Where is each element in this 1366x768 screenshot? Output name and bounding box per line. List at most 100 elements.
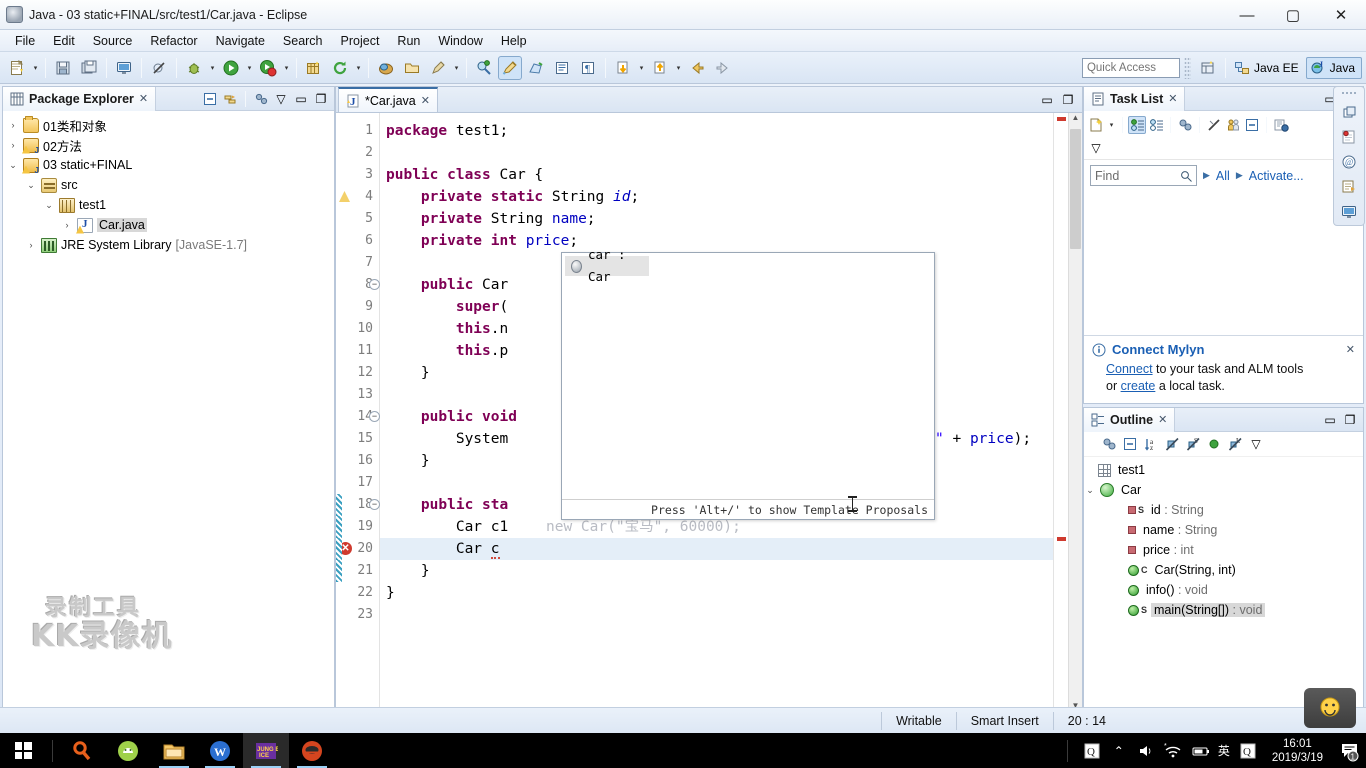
fold-toggle-icon[interactable]: −	[369, 499, 380, 510]
start-button[interactable]	[0, 733, 46, 768]
refresh-dropdown-icon[interactable]: ▾	[353, 56, 364, 80]
open-perspective-icon[interactable]	[1196, 56, 1220, 80]
expand-arrow-icon[interactable]: ⌄	[1084, 485, 1096, 496]
tray-show-hidden-icon[interactable]: ⌃	[1110, 740, 1128, 762]
taskbar-game-icon[interactable]: JUNG EEICE	[243, 733, 289, 768]
content-assist-popup[interactable]: car : Car Press 'Alt+/' to show Template…	[561, 247, 935, 520]
focus-on-workweek-icon[interactable]	[1176, 116, 1194, 134]
outline-item-5[interactable]: C Car(String, int)	[1084, 560, 1363, 580]
notification-center-icon[interactable]: 1	[1338, 733, 1362, 768]
overview-error-mark[interactable]	[1057, 117, 1066, 121]
menu-navigate[interactable]: Navigate	[207, 32, 274, 50]
collapse-arrow-icon[interactable]: ›	[61, 220, 73, 230]
hide-completed-icon[interactable]	[1205, 116, 1223, 134]
restore-view-icon[interactable]	[1339, 103, 1359, 121]
tray-ime-indicator[interactable]: 英	[1218, 740, 1230, 762]
debug-icon[interactable]	[182, 56, 206, 80]
open-resource-icon[interactable]	[400, 56, 424, 80]
mylyn-create-link[interactable]: create	[1121, 379, 1156, 393]
back-icon[interactable]	[685, 56, 709, 80]
menu-run[interactable]: Run	[388, 32, 429, 50]
outline-item-7[interactable]: Smain(String[]) : void	[1084, 600, 1363, 620]
tree-item-0[interactable]: › 01类和对象	[3, 115, 334, 135]
minimize-editor-icon[interactable]: ▭	[1038, 91, 1056, 109]
minimize-outline-icon[interactable]: ▭	[1321, 411, 1339, 429]
editor-overview-ruler[interactable]	[1053, 113, 1068, 716]
maximize-button[interactable]: ▢	[1270, 0, 1316, 30]
save-icon[interactable]	[51, 56, 75, 80]
perspective-java[interactable]: J Java	[1305, 56, 1362, 79]
tree-item-6[interactable]: › JRE System Library [JavaSE-1.7]	[3, 235, 334, 255]
new-dropdown-icon[interactable]: ▾	[30, 56, 41, 80]
fold-toggle-icon[interactable]: −	[369, 279, 380, 290]
editor-tab-close-icon[interactable]: ✕	[421, 94, 430, 107]
tray-wifi-icon[interactable]: *	[1164, 740, 1182, 762]
refresh-icon[interactable]	[328, 56, 352, 80]
new-task-dropdown-icon[interactable]: ▾	[1106, 113, 1117, 137]
assist-proposal-car[interactable]: car : Car	[565, 247, 649, 284]
menu-source[interactable]: Source	[84, 32, 142, 50]
tree-item-1[interactable]: › 02方法	[3, 135, 334, 155]
outline-item-0[interactable]: test1	[1084, 460, 1363, 480]
run-external-dropdown-icon[interactable]: ▾	[281, 56, 292, 80]
tray-qq2-icon[interactable]: Q	[1239, 740, 1257, 762]
hide-public-icon[interactable]	[1205, 435, 1223, 453]
hide-fields-icon[interactable]	[1163, 435, 1181, 453]
whitespace-icon[interactable]: ¶	[576, 56, 600, 80]
maximize-editor-icon[interactable]: ❐	[1059, 91, 1077, 109]
outline-item-2[interactable]: Sid : String	[1084, 500, 1363, 520]
categorized-mode-icon[interactable]	[1128, 116, 1146, 134]
view-menu-icon[interactable]: ▽	[272, 90, 290, 108]
toggle-markers-icon[interactable]	[550, 56, 574, 80]
taskbar-file-explorer-icon[interactable]	[151, 733, 197, 768]
tab-task-list[interactable]: Task List ✕	[1084, 86, 1186, 111]
sort-icon[interactable]: az	[1142, 435, 1160, 453]
save-all-icon[interactable]	[77, 56, 101, 80]
minimize-view-icon[interactable]: ▭	[292, 90, 310, 108]
task-list-close-icon[interactable]: ✕	[1168, 92, 1177, 105]
scroll-up-arrow-icon[interactable]: ▲	[1069, 113, 1082, 128]
java-editor-icon[interactable]	[498, 55, 522, 80]
debug-dropdown-icon[interactable]: ▾	[207, 56, 218, 80]
declaration-view-icon[interactable]	[1339, 178, 1359, 196]
taskbar-eclipse-icon[interactable]	[289, 733, 335, 768]
taskbar-clock[interactable]: 16:01 2019/3/19	[1266, 737, 1329, 765]
console-icon[interactable]	[112, 56, 136, 80]
filter-all-arrow-icon[interactable]: ▶	[1203, 170, 1210, 181]
outline-item-1[interactable]: ⌄ Car	[1084, 480, 1363, 500]
quick-fix-icon[interactable]	[426, 56, 450, 80]
previous-edit-dropdown-icon[interactable]: ▾	[636, 56, 647, 80]
editor-gutter[interactable]: 12345678−91011121314−15161718−1920✕21222…	[336, 113, 380, 716]
menu-refactor[interactable]: Refactor	[141, 32, 206, 50]
task-list-view-menu-icon[interactable]: ▽	[1087, 139, 1105, 157]
outline-item-4[interactable]: price : int	[1084, 540, 1363, 560]
editor-text-area[interactable]: 12345678−91011121314−15161718−1920✕21222…	[335, 112, 1083, 717]
tab-outline[interactable]: Outline ✕	[1084, 407, 1176, 432]
open-type-icon[interactable]	[374, 56, 398, 80]
minimize-button[interactable]: —	[1224, 0, 1270, 30]
run-external-icon[interactable]	[256, 56, 280, 80]
link-with-editor-icon[interactable]	[221, 90, 239, 108]
collapse-arrow-icon[interactable]: ›	[25, 240, 37, 250]
editor-vertical-scrollbar[interactable]: ▲ ▼	[1068, 113, 1082, 716]
task-filter-all[interactable]: All	[1216, 169, 1230, 183]
collapse-all-icon[interactable]	[201, 90, 219, 108]
previous-edit-icon[interactable]	[611, 56, 635, 80]
tree-item-2[interactable]: ⌄ 03 static+FINAL	[3, 155, 334, 175]
menu-search[interactable]: Search	[274, 32, 332, 50]
console-view-icon[interactable]	[1339, 203, 1359, 221]
collapse-all-tasks-icon[interactable]	[1243, 116, 1261, 134]
collapse-arrow-icon[interactable]: ›	[7, 140, 19, 150]
new-java-project-icon[interactable]	[302, 56, 326, 80]
ime-floating-bar[interactable]	[1304, 688, 1356, 728]
tray-battery-icon[interactable]	[1191, 740, 1209, 762]
warning-marker-icon[interactable]	[339, 191, 350, 202]
scheduled-mode-icon[interactable]	[1147, 116, 1165, 134]
next-annotation-icon[interactable]	[524, 56, 548, 80]
view-menu-filter-icon[interactable]	[252, 90, 270, 108]
editor-source-code[interactable]: package test1; public class Car { private…	[380, 113, 1053, 716]
run-icon[interactable]	[219, 56, 243, 80]
task-activate-link[interactable]: Activate...	[1249, 169, 1304, 183]
run-dropdown-icon[interactable]: ▾	[244, 56, 255, 80]
task-find-input[interactable]: Find	[1090, 165, 1197, 186]
